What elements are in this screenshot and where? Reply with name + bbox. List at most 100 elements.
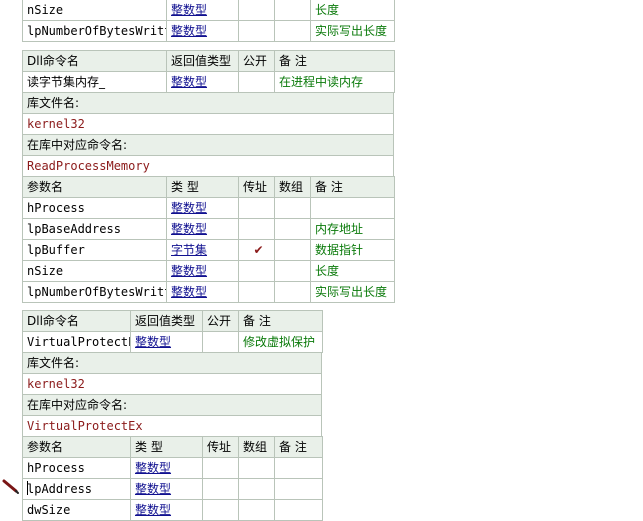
param-name-cell[interactable]: lpNumberOfBytesWritten (22, 281, 167, 303)
param-byref-cell[interactable] (238, 260, 275, 282)
dll-block-read-process-memory: Dll命令名 返回值类型 公开 备 注 读字节集内存_ 整数型 在进程中读内存 … (22, 50, 395, 303)
dll-header-row: Dll命令名 返回值类型 公开 备 注 (22, 50, 395, 72)
col-note-header: 备 注 (238, 310, 323, 332)
table-row[interactable]: lpNumberOfBytesWritten 整数型 实际写出长度 (22, 281, 395, 303)
param-note-cell[interactable]: 内存地址 (310, 218, 395, 240)
dll-return-type-label: 整数型 (135, 335, 172, 349)
param-note-cell[interactable] (274, 457, 323, 479)
dll-row[interactable]: 读字节集内存_ 整数型 在进程中读内存 (22, 71, 395, 93)
param-note-cell[interactable]: 实际写出长度 (310, 281, 395, 303)
table-row[interactable]: hProcess 整数型 (22, 457, 323, 479)
param-type-cell[interactable]: 整数型 (130, 499, 203, 521)
lib-command-label: 在库中对应命令名: (22, 394, 322, 416)
lib-command-value[interactable]: ReadProcessMemory (22, 155, 394, 177)
lib-file-value[interactable]: kernel32 (22, 113, 394, 135)
dll-note-cell[interactable]: 修改虚拟保护 (238, 331, 323, 353)
dll-note-cell[interactable]: 在进程中读内存 (274, 71, 395, 93)
param-note-cell[interactable]: 长度 (310, 260, 395, 282)
dll-name-cell[interactable]: 读字节集内存_ (22, 71, 167, 93)
param-type-label: 字节集 (171, 243, 208, 257)
param-array-cell[interactable] (238, 457, 275, 479)
table-row[interactable]: lpAddress 整数型 (22, 478, 323, 500)
dll-return-type-cell[interactable]: 整数型 (130, 331, 203, 353)
param-table: 参数名 类 型 传址 数组 备 注 hProcess 整数型 lpAddress… (22, 436, 323, 521)
col-return-type-header: 返回值类型 (130, 310, 203, 332)
col-param-name-header: 参数名 (22, 436, 131, 458)
col-param-name-header: 参数名 (22, 176, 167, 198)
dll-return-type-label: 整数型 (171, 75, 208, 89)
param-name-cell[interactable]: nSize (22, 0, 167, 21)
param-header-row: 参数名 类 型 传址 数组 备 注 (22, 436, 323, 458)
param-name-cell[interactable]: lpBaseAddress (22, 218, 167, 240)
param-name-cell[interactable]: dwSize (22, 499, 131, 521)
dll-header-table: Dll命令名 返回值类型 公开 备 注 读字节集内存_ 整数型 在进程中读内存 (22, 50, 395, 93)
col-array-header: 数组 (274, 176, 311, 198)
dll-public-cell[interactable] (238, 71, 275, 93)
param-byref-cell[interactable] (238, 20, 275, 42)
param-array-cell[interactable] (238, 499, 275, 521)
param-array-cell[interactable] (274, 260, 311, 282)
param-array-cell[interactable] (274, 218, 311, 240)
dll-lib-table: 库文件名: kernel32 在库中对应命令名: VirtualProtectE… (22, 352, 322, 437)
param-name-cell[interactable]: hProcess (22, 457, 131, 479)
param-name-cell[interactable]: lpNumberOfBytesWritten (22, 20, 167, 42)
param-note-cell[interactable] (310, 197, 395, 219)
table-row[interactable]: lpBaseAddress 整数型 内存地址 (22, 218, 395, 240)
param-array-cell[interactable] (274, 281, 311, 303)
lib-file-label: 库文件名: (22, 352, 322, 374)
param-type-cell[interactable]: 字节集 (166, 239, 239, 261)
param-note-cell[interactable] (274, 478, 323, 500)
col-param-type-header: 类 型 (130, 436, 203, 458)
param-byref-cell[interactable] (202, 499, 239, 521)
param-type-cell[interactable]: 整数型 (166, 260, 239, 282)
col-array-header: 数组 (238, 436, 275, 458)
param-byref-cell[interactable] (238, 281, 275, 303)
param-type-label: 整数型 (171, 222, 208, 236)
param-byref-cell[interactable] (238, 218, 275, 240)
param-name-cell[interactable]: lpAddress (22, 478, 131, 500)
dll-public-cell[interactable] (202, 331, 239, 353)
param-type-cell[interactable]: 整数型 (166, 281, 239, 303)
param-note-cell[interactable] (274, 499, 323, 521)
param-byref-cell[interactable] (238, 197, 275, 219)
dll-row[interactable]: VirtualProtectEx 整数型 修改虚拟保护 (22, 331, 323, 353)
param-array-cell[interactable] (274, 239, 311, 261)
param-note-cell[interactable]: 长度 (310, 0, 395, 21)
param-type-cell[interactable]: 整数型 (130, 457, 203, 479)
table-row[interactable]: hProcess 整数型 (22, 197, 395, 219)
param-array-cell[interactable] (238, 478, 275, 500)
param-table: 参数名 类 型 传址 数组 备 注 hProcess 整数型 lpBaseAdd… (22, 176, 395, 303)
col-byref-header: 传址 (202, 436, 239, 458)
table-row[interactable]: lpNumberOfBytesWritten 整数型 实际写出长度 (22, 20, 395, 42)
check-icon[interactable]: ✔ (238, 239, 275, 261)
table-row[interactable]: nSize 整数型 长度 (22, 260, 395, 282)
dll-return-type-cell[interactable]: 整数型 (166, 71, 239, 93)
param-type-label: 整数型 (171, 201, 208, 215)
param-byref-cell[interactable] (238, 0, 275, 21)
param-type-cell[interactable]: 整数型 (166, 218, 239, 240)
param-name-cell[interactable]: lpBuffer (22, 239, 167, 261)
table-row[interactable]: nSize 整数型 长度 (22, 0, 395, 21)
param-byref-cell[interactable] (202, 457, 239, 479)
lib-command-value[interactable]: VirtualProtectEx (22, 415, 322, 437)
param-array-cell[interactable] (274, 0, 311, 21)
table-row[interactable]: lpBuffer 字节集 ✔ 数据指针 (22, 239, 395, 261)
param-array-cell[interactable] (274, 20, 311, 42)
param-type-cell[interactable]: 整数型 (166, 197, 239, 219)
param-name-cell[interactable]: nSize (22, 260, 167, 282)
col-param-note-header: 备 注 (310, 176, 395, 198)
col-dll-name-header: Dll命令名 (22, 310, 131, 332)
param-byref-cell[interactable] (202, 478, 239, 500)
dll-block-virtual-protect-ex: Dll命令名 返回值类型 公开 备 注 VirtualProtectEx 整数型… (22, 310, 323, 521)
param-type-cell[interactable]: 整数型 (166, 20, 239, 42)
param-type-label: 整数型 (171, 3, 208, 17)
param-note-cell[interactable]: 数据指针 (310, 239, 395, 261)
lib-file-value[interactable]: kernel32 (22, 373, 322, 395)
param-type-cell[interactable]: 整数型 (130, 478, 203, 500)
param-name-cell[interactable]: hProcess (22, 197, 167, 219)
dll-name-cell[interactable]: VirtualProtectEx (22, 331, 131, 353)
param-array-cell[interactable] (274, 197, 311, 219)
table-row[interactable]: dwSize 整数型 (22, 499, 323, 521)
param-type-cell[interactable]: 整数型 (166, 0, 239, 21)
param-note-cell[interactable]: 实际写出长度 (310, 20, 395, 42)
